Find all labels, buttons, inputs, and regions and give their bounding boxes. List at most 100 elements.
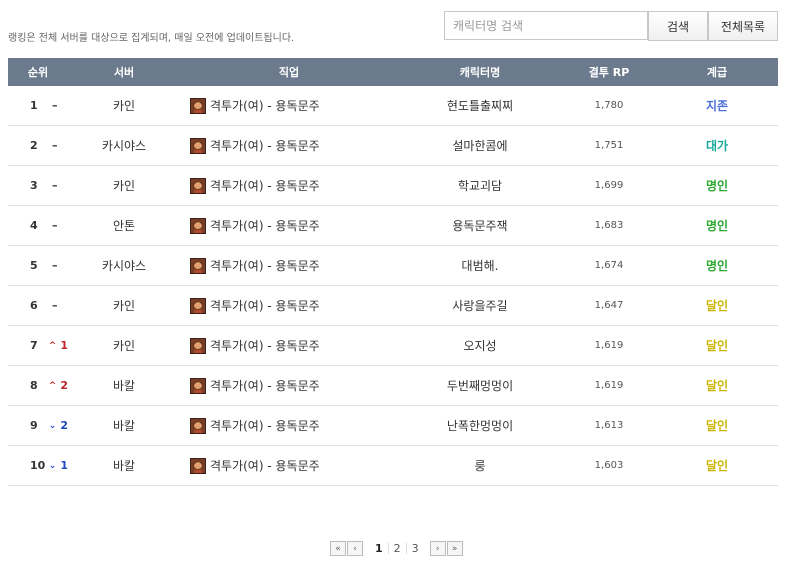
rank-change: ^ 2	[49, 379, 68, 392]
rp-cell: 1,613	[594, 420, 624, 431]
fighter-portrait-icon	[190, 137, 206, 154]
fighter-portrait-icon	[190, 457, 206, 474]
page-number[interactable]: 3	[405, 543, 424, 554]
fighter-portrait-icon	[190, 177, 206, 194]
table-row: 3 – 카인 격투가(여) - 용독문주 학교괴담 1,699 명인	[8, 166, 778, 206]
grade-badge: 대가	[705, 139, 729, 153]
rank-cell: 5 –	[8, 259, 68, 272]
chevron-left-icon[interactable]: ‹	[347, 541, 363, 556]
character-search-input[interactable]	[444, 11, 648, 40]
fighter-portrait-icon	[190, 257, 206, 274]
character-name-link[interactable]: 오지성	[398, 337, 562, 354]
grade-cell: 달인	[656, 417, 778, 434]
job-name: 격투가(여) - 용독문주	[210, 139, 320, 153]
rank-change-value: 1	[60, 459, 68, 472]
double-chevron-left-icon[interactable]: «	[330, 541, 346, 556]
server-cell: 카시야스	[101, 259, 147, 273]
pagination: « ‹ 123 › »	[330, 541, 464, 556]
rank-change: –	[52, 139, 58, 152]
grade-cell: 대가	[656, 137, 778, 154]
table-row: 8 ^ 2 바칼 격투가(여) - 용독문주 두번째멍멍이 1,619 달인	[8, 366, 778, 406]
job-name: 격투가(여) - 용독문주	[210, 339, 320, 353]
character-name-link[interactable]: 용독문주잭	[398, 217, 562, 234]
header-server: 서버	[113, 66, 135, 79]
job-cell: 격투가(여) - 용독문주	[180, 377, 398, 394]
rank-change: ^ 1	[49, 339, 68, 352]
rank-cell: 7 ^ 1	[8, 339, 68, 352]
header-rp: 결투 RP	[588, 66, 630, 79]
character-name-link[interactable]: 설마한콤에	[398, 137, 562, 154]
grade-cell: 지존	[656, 97, 778, 114]
rp-cell: 1,603	[594, 460, 624, 471]
fighter-portrait-icon	[190, 297, 206, 314]
caret-up-icon: ^	[48, 380, 57, 391]
character-name-link[interactable]: 난폭한멍멍이	[398, 417, 562, 434]
fighter-portrait-icon	[190, 97, 206, 114]
character-name-link[interactable]: 사랑을주길	[398, 297, 562, 314]
grade-badge: 달인	[705, 339, 729, 353]
rank-cell: 1 –	[8, 99, 68, 112]
rp-cell: 1,647	[594, 300, 624, 311]
character-name-link[interactable]: 룽	[398, 457, 562, 474]
character-name-link[interactable]: 두번째멍멍이	[398, 377, 562, 394]
rank-cell: 2 –	[8, 139, 68, 152]
fighter-portrait-icon	[190, 217, 206, 234]
job-name: 격투가(여) - 용독문주	[210, 379, 320, 393]
rank-change-value: –	[52, 219, 58, 232]
server-cell: 카시야스	[101, 139, 147, 153]
grade-badge: 달인	[705, 379, 729, 393]
table-header: 순위 서버 직업 캐릭터명 결투 RP 계급	[8, 58, 778, 86]
rank-change-value: –	[52, 179, 58, 192]
server-cell: 카인	[112, 179, 136, 193]
character-name-link[interactable]: 현도틀출찌찌	[398, 97, 562, 114]
rank-change-value: 2	[60, 379, 68, 392]
rank-change-value: –	[52, 299, 58, 312]
job-cell: 격투가(여) - 용독문주	[180, 97, 398, 114]
grade-badge: 달인	[705, 459, 729, 473]
server-cell: 바칼	[112, 459, 136, 473]
search-button[interactable]: 검색	[648, 11, 708, 41]
double-chevron-right-icon[interactable]: »	[446, 541, 463, 556]
rank-cell: 3 –	[8, 179, 68, 192]
rank-cell: 9 ⌄ 2	[8, 419, 68, 432]
header-grade: 계급	[706, 66, 728, 79]
grade-badge: 달인	[705, 299, 729, 313]
page-number[interactable]: 1	[370, 543, 388, 554]
chevron-right-icon[interactable]: ›	[429, 541, 446, 556]
grade-cell: 명인	[656, 257, 778, 274]
server-cell: 바칼	[112, 379, 136, 393]
table-row: 10 ⌄ 1 바칼 격투가(여) - 용독문주 룽 1,603 달인	[8, 446, 778, 486]
fighter-portrait-icon	[190, 417, 206, 434]
rank-change-value: –	[52, 259, 58, 272]
rank-change: –	[52, 219, 58, 232]
character-name-link[interactable]: 학교괴담	[398, 177, 562, 194]
rank-number: 2	[30, 139, 38, 152]
grade-badge: 명인	[705, 219, 729, 233]
job-name: 격투가(여) - 용독문주	[210, 419, 320, 433]
rank-number: 10	[30, 459, 46, 472]
rank-cell: 10 ⌄ 1	[8, 459, 68, 472]
grade-cell: 달인	[656, 457, 778, 474]
fighter-portrait-icon	[190, 377, 206, 394]
job-name: 격투가(여) - 용독문주	[210, 299, 320, 313]
job-cell: 격투가(여) - 용독문주	[180, 457, 398, 474]
rp-cell: 1,619	[594, 380, 624, 391]
rank-number: 7	[30, 339, 38, 352]
page-number[interactable]: 2	[387, 543, 406, 554]
server-cell: 바칼	[112, 419, 136, 433]
server-cell: 카인	[112, 99, 136, 113]
server-cell: 카인	[112, 339, 136, 353]
fighter-portrait-icon	[190, 337, 206, 354]
rank-change-value: –	[52, 99, 58, 112]
job-cell: 격투가(여) - 용독문주	[180, 177, 398, 194]
rank-change-value: 2	[60, 419, 68, 432]
grade-cell: 달인	[656, 337, 778, 354]
rank-change: –	[52, 259, 58, 272]
grade-badge: 달인	[705, 419, 729, 433]
job-cell: 격투가(여) - 용독문주	[180, 217, 398, 234]
all-list-button[interactable]: 전체목록	[708, 11, 778, 41]
rank-change-value: 1	[60, 339, 68, 352]
character-name-link[interactable]: 대범해.	[398, 257, 562, 274]
grade-cell: 명인	[656, 177, 778, 194]
job-name: 격투가(여) - 용독문주	[210, 179, 320, 193]
